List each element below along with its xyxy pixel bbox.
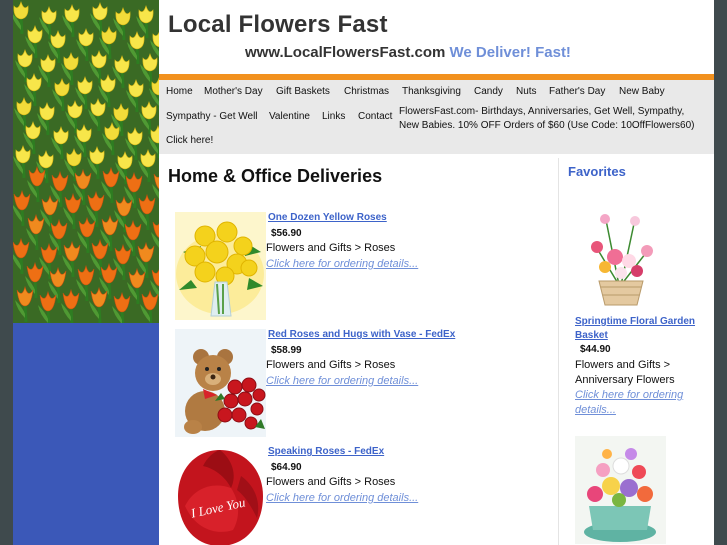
nav-item-candy[interactable]: Candy (474, 86, 503, 97)
product-category: Flowers and Gifts > Roses (266, 476, 396, 488)
main-navigation: Home Mother's Day Gift Baskets Christmas… (159, 80, 714, 154)
nav-item-contact[interactable]: Contact (358, 111, 392, 122)
product-name-link[interactable]: One Dozen Yellow Roses (268, 212, 387, 223)
product-image-yellow-roses[interactable] (175, 212, 266, 320)
page-right-edge (714, 0, 727, 545)
nav-item-gift-baskets[interactable]: Gift Baskets (276, 86, 330, 97)
page: Local Flowers Fast www.LocalFlowersFast.… (0, 0, 727, 545)
product-price: $64.90 (271, 462, 302, 473)
site-url: www.LocalFlowersFast.com (245, 44, 446, 61)
product-image-red-roses-bear[interactable] (175, 329, 266, 437)
nav-item-home[interactable]: Home (166, 86, 193, 97)
promo-note[interactable]: FlowersFast.com- Birthdays, Anniversarie… (399, 105, 704, 133)
product-price: $56.90 (271, 228, 302, 239)
favorite-price: $44.90 (580, 344, 611, 355)
nav-item-valentine[interactable]: Valentine (269, 111, 310, 122)
product-item: I Love You Speaking Roses - FedEx $64.90… (175, 446, 555, 545)
site-header: Local Flowers Fast www.LocalFlowersFast.… (159, 0, 714, 74)
favorite-ordering-details-link[interactable]: Click here for ordering details... (575, 388, 705, 418)
product-image-speaking-roses[interactable]: I Love You (175, 446, 266, 545)
product-category: Flowers and Gifts > Roses (266, 359, 396, 371)
nav-item-sympathy-get-well[interactable]: Sympathy - Get Well (166, 111, 258, 122)
site-subtitle: www.LocalFlowersFast.com We Deliver! Fas… (245, 44, 571, 61)
ordering-details-link[interactable]: Click here for ordering details... (266, 375, 418, 387)
favorite-category: Flowers and Gifts > Anniversary Flowers (575, 359, 675, 386)
main-content: Home & Office Deliveries One Dozen Yello… (159, 154, 559, 545)
product-name-link[interactable]: Speaking Roses - FedEx (268, 446, 384, 457)
product-item: One Dozen Yellow Roses $56.90 Flowers an… (175, 212, 555, 324)
nav-item-links[interactable]: Links (322, 111, 345, 122)
site-slogan: We Deliver! Fast! (449, 44, 571, 61)
favorites-sidebar: Favorites Springtime Floral Garden Baske… (559, 154, 714, 545)
product-item: Red Roses and Hugs with Vase - FedEx $58… (175, 329, 555, 441)
product-category: Flowers and Gifts > Roses (266, 242, 396, 254)
ordering-details-link[interactable]: Click here for ordering details... (266, 492, 418, 504)
site-title: Local Flowers Fast (168, 11, 388, 38)
nav-item-thanksgiving[interactable]: Thanksgiving (402, 86, 461, 97)
nav-item-nuts[interactable]: Nuts (516, 86, 537, 97)
nav-item-christmas[interactable]: Christmas (344, 86, 389, 97)
nav-item-new-baby[interactable]: New Baby (619, 86, 665, 97)
product-price: $58.99 (271, 345, 302, 356)
favorites-title: Favorites (568, 164, 626, 179)
page-title: Home & Office Deliveries (168, 166, 383, 186)
favorite-image-mixed-bouquet[interactable] (575, 436, 666, 544)
nav-item-click-here[interactable]: Click here! (166, 135, 213, 146)
nav-item-mothers-day[interactable]: Mother's Day (204, 86, 263, 97)
favorite-image-springtime-basket[interactable] (575, 205, 666, 313)
page-left-edge (0, 0, 13, 545)
nav-item-fathers-day[interactable]: Father's Day (549, 86, 605, 97)
product-name-link[interactable]: Red Roses and Hugs with Vase - FedEx (268, 329, 455, 340)
ordering-details-link[interactable]: Click here for ordering details... (266, 258, 418, 270)
left-column (13, 0, 159, 545)
favorite-name-link[interactable]: Springtime Floral Garden Basket (575, 315, 705, 343)
tulip-banner-image (13, 0, 159, 323)
